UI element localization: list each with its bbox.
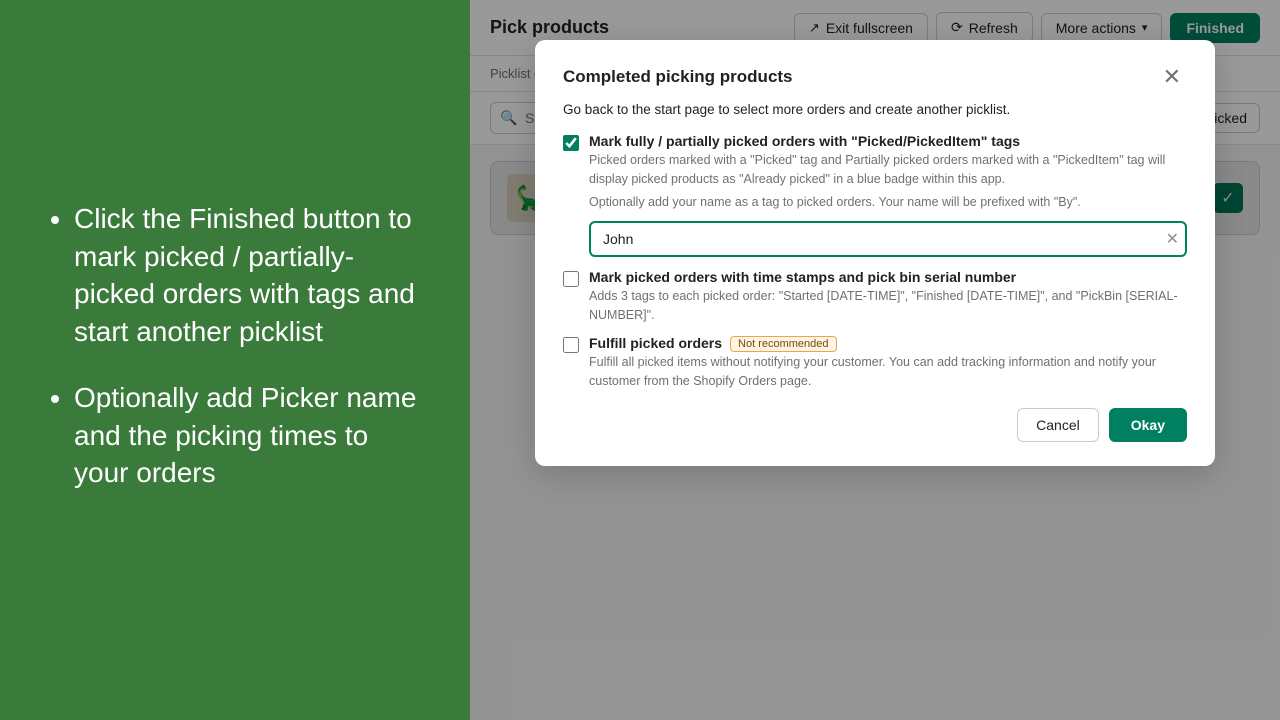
checkbox-row-3: Fulfill picked orders Not recommended Fu… <box>563 335 1187 391</box>
bullet-list: Click the Finished button to mark picked… <box>50 200 430 493</box>
left-content: Click the Finished button to mark picked… <box>50 200 430 521</box>
mark-picked-desc2: Optionally add your name as a tag to pic… <box>589 193 1187 212</box>
modal-close-button[interactable]: ✕ <box>1157 64 1187 90</box>
timestamp-checkbox[interactable] <box>563 271 579 287</box>
not-recommended-badge: Not recommended <box>730 336 837 352</box>
modal-actions: Cancel Okay <box>563 408 1187 442</box>
checkbox-2-content: Mark picked orders with time stamps and … <box>589 269 1187 325</box>
fulfill-desc: Fulfill all picked items without notifyi… <box>589 353 1187 391</box>
bullet-2: Optionally add Picker name and the picki… <box>74 379 430 492</box>
timestamp-desc: Adds 3 tags to each picked order: "Start… <box>589 287 1187 325</box>
mark-picked-checkbox[interactable] <box>563 135 579 151</box>
fulfill-label[interactable]: Fulfill picked orders <box>589 335 722 351</box>
right-panel: Pick products ↗ Exit fullscreen ⟳ Refres… <box>470 0 1280 720</box>
name-clear-button[interactable]: ✕ <box>1166 229 1179 249</box>
name-input-wrap: ✕ <box>589 221 1187 257</box>
modal-title: Completed picking products <box>563 67 793 87</box>
mark-picked-desc: Picked orders marked with a "Picked" tag… <box>589 151 1187 189</box>
okay-button[interactable]: Okay <box>1109 408 1187 442</box>
modal-header: Completed picking products ✕ <box>563 64 1187 90</box>
modal-subtitle: Go back to the start page to select more… <box>563 102 1187 117</box>
checkbox-row-2: Mark picked orders with time stamps and … <box>563 269 1187 325</box>
modal-overlay: Completed picking products ✕ Go back to … <box>470 0 1280 720</box>
timestamp-label[interactable]: Mark picked orders with time stamps and … <box>589 269 1187 285</box>
bullet-1: Click the Finished button to mark picked… <box>74 200 430 351</box>
fulfill-label-row: Fulfill picked orders Not recommended <box>589 335 1187 353</box>
cancel-button[interactable]: Cancel <box>1017 408 1099 442</box>
fulfill-checkbox[interactable] <box>563 337 579 353</box>
left-panel: Click the Finished button to mark picked… <box>0 0 470 720</box>
checkbox-row-1: Mark fully / partially picked orders wit… <box>563 133 1187 211</box>
completed-picking-modal: Completed picking products ✕ Go back to … <box>535 40 1215 466</box>
name-input-row: ✕ <box>589 221 1187 257</box>
checkbox-1-content: Mark fully / partially picked orders wit… <box>589 133 1187 211</box>
mark-picked-label[interactable]: Mark fully / partially picked orders wit… <box>589 133 1187 149</box>
checkbox-3-content: Fulfill picked orders Not recommended Fu… <box>589 335 1187 391</box>
picker-name-input[interactable] <box>589 221 1187 257</box>
